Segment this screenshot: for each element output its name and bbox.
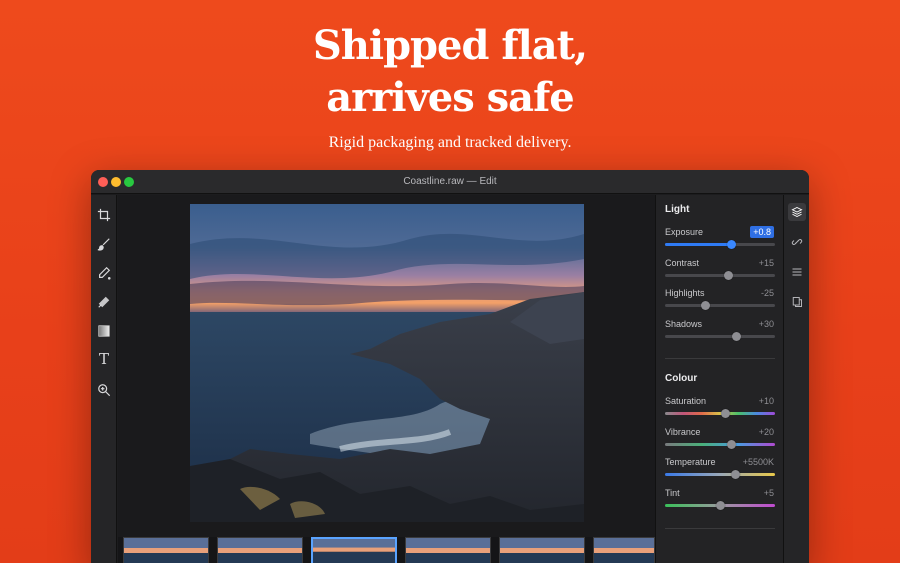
contrast-label: Contrast <box>665 258 700 268</box>
hero-title: Shipped flat, arrives safe <box>0 20 900 124</box>
right-rail <box>783 195 809 563</box>
brush-icon[interactable] <box>96 236 112 252</box>
list-icon[interactable] <box>788 263 806 281</box>
contrast-slider-knob[interactable] <box>724 271 734 280</box>
saturation-slider-knob[interactable] <box>721 409 730 418</box>
filmstrip-thumbnail-selected[interactable] <box>311 537 397 563</box>
filmstrip-thumbnail[interactable] <box>593 537 655 563</box>
contrast-value: +15 <box>758 258 774 268</box>
exposure-slider-fill <box>665 243 731 246</box>
title-bar: Coastline.raw — Edit <box>91 170 809 194</box>
gradient-icon[interactable] <box>96 323 112 339</box>
saturation-value: +10 <box>758 396 774 406</box>
filmstrip-thumbnail[interactable] <box>499 537 585 563</box>
tint-label: Tint <box>665 488 680 498</box>
healing-icon[interactable] <box>96 294 112 310</box>
tint-slider[interactable] <box>665 501 775 510</box>
hero-title-line1: Shipped flat, <box>312 22 588 69</box>
photo-canvas <box>118 195 655 537</box>
saturation-slider[interactable] <box>665 409 775 418</box>
exposure-slider-knob[interactable] <box>726 240 736 249</box>
shadows-slider[interactable] <box>665 332 775 341</box>
vibrance-label: Vibrance <box>665 427 701 437</box>
tool-bar: T <box>91 195 117 563</box>
hero-title-line2: arrives safe <box>326 74 574 121</box>
copy-icon[interactable] <box>788 293 806 311</box>
temperature-label: Temperature <box>665 457 716 467</box>
eyedropper-icon[interactable] <box>96 265 112 281</box>
text-icon[interactable]: T <box>96 350 112 368</box>
link-icon[interactable] <box>788 233 806 251</box>
highlights-value: -25 <box>760 288 774 298</box>
window-title: Coastline.raw — Edit <box>403 176 497 187</box>
photo-preview[interactable] <box>190 204 584 522</box>
highlights-label: Highlights <box>665 288 705 298</box>
tint-value: +5 <box>763 488 774 498</box>
saturation-label: Saturation <box>665 396 707 406</box>
highlights-slider[interactable] <box>665 301 775 310</box>
filmstrip-thumbnail[interactable] <box>123 537 209 563</box>
editor-window: Coastline.raw — Edit T Light Exposure +0… <box>91 170 809 563</box>
exposure-slider[interactable] <box>665 240 775 249</box>
shadows-slider-knob[interactable] <box>732 332 741 341</box>
temperature-value: +5500K <box>742 457 774 467</box>
exposure-label: Exposure <box>665 227 704 237</box>
filmstrip-thumbnail[interactable] <box>405 537 491 563</box>
vibrance-value: +20 <box>758 427 774 437</box>
vibrance-slider[interactable] <box>665 440 775 449</box>
zoom-icon[interactable] <box>96 382 112 398</box>
section-divider <box>665 528 775 529</box>
hero-subtitle: Rigid packaging and tracked delivery. <box>328 134 572 151</box>
exposure-value[interactable]: +0.8 <box>750 226 774 238</box>
filmstrip-thumbnail[interactable] <box>217 537 303 563</box>
shadows-value: +30 <box>758 319 774 329</box>
tint-slider-knob[interactable] <box>715 501 725 510</box>
light-section-title: Light <box>665 204 690 215</box>
temperature-slider-knob[interactable] <box>730 470 740 479</box>
vibrance-slider-knob[interactable] <box>726 440 736 449</box>
temperature-slider[interactable] <box>665 470 775 479</box>
section-divider <box>665 358 775 359</box>
colour-section-title: Colour <box>665 373 698 384</box>
highlights-slider-knob[interactable] <box>701 301 711 310</box>
layers-icon[interactable] <box>788 203 806 221</box>
crop-icon[interactable] <box>96 207 112 223</box>
hero: Shipped flat, arrives safe Rigid packagi… <box>0 20 900 152</box>
filmstrip <box>118 537 655 563</box>
contrast-slider[interactable] <box>665 271 775 280</box>
adjustments-panel: Light Exposure +0.8 Contrast +15 Highlig… <box>655 195 783 563</box>
shadows-label: Shadows <box>665 319 703 329</box>
